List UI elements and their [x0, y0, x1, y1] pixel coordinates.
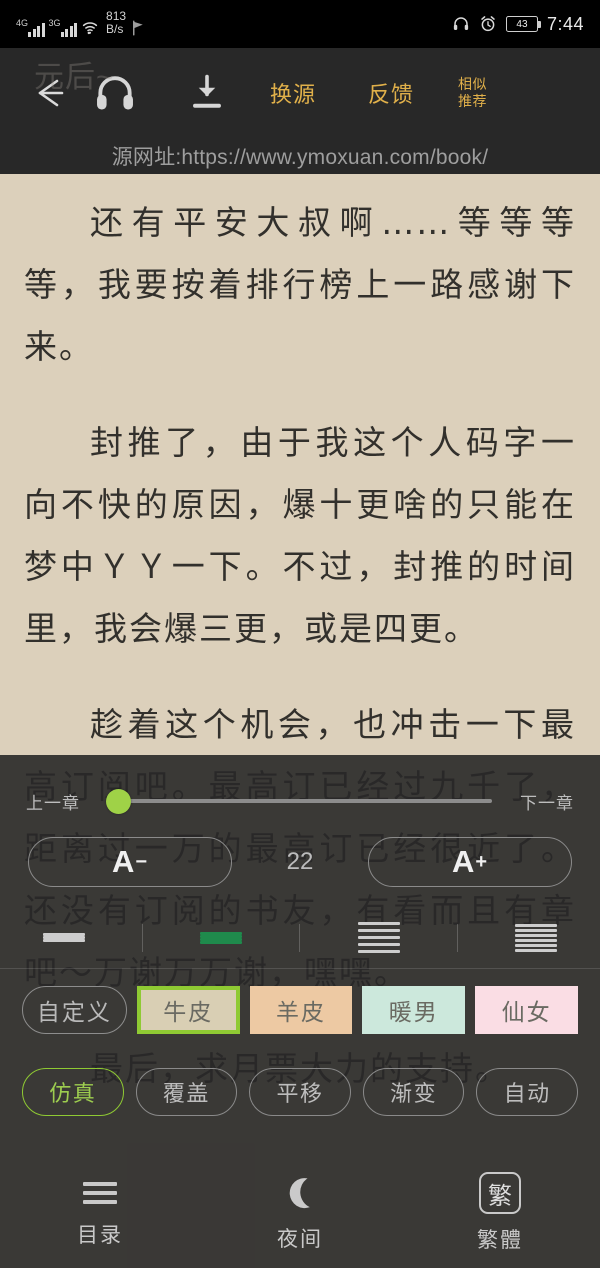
signal-4g: 4G	[16, 17, 45, 37]
plus-sign-icon: +	[475, 850, 489, 873]
theme-swatch-niupi[interactable]: 牛皮	[136, 986, 240, 1034]
line-spacing-option-compact[interactable]	[486, 912, 586, 964]
flag-check-icon	[133, 20, 143, 36]
signal-3g: 3G	[48, 17, 78, 37]
network-type-4g-label: 4G	[16, 17, 29, 28]
battery-level-label: 43	[516, 18, 528, 30]
reader-paragraph: 封推了，由于我这个人码字一向不快的原因，爆十更啥的只能在梦中ＹＹ一下。不过，封推…	[24, 423, 576, 649]
page-flip-auto[interactable]: 自动	[476, 1068, 578, 1116]
similar-recommend-line2: 推荐	[458, 93, 488, 109]
page-flip-simulation[interactable]: 仿真	[22, 1068, 124, 1116]
alarm-icon	[481, 16, 495, 32]
back-button[interactable]	[22, 76, 78, 110]
divider	[456, 923, 458, 952]
similar-recommend-line1: 相似	[458, 75, 488, 92]
reader-paragraph: 还有平安大叔啊……等等等等，我要按着排行榜上一路感谢下来。	[24, 203, 576, 367]
slider-thumb[interactable]	[106, 788, 131, 814]
similar-recommend-button[interactable]: 相似 推荐	[458, 76, 487, 111]
reader-top-toolbar: 换源 反馈 相似 推荐	[0, 48, 600, 138]
divider	[142, 923, 144, 952]
download-button[interactable]	[152, 73, 262, 113]
back-arrow-icon	[38, 79, 64, 107]
page-flip-cover[interactable]: 覆盖	[135, 1068, 238, 1116]
network-speed-value: 813	[106, 9, 127, 24]
page-flip-row: 仿真 覆盖 平移 渐变 自动	[0, 1061, 600, 1123]
signal-bars-icon-2	[60, 21, 78, 37]
toc-button[interactable]: 目录	[0, 1177, 200, 1249]
status-bar-left: 4G 3G 813 B/s	[16, 10, 148, 37]
moon-icon	[289, 1178, 310, 1209]
font-size-increase-label: A	[451, 844, 476, 879]
night-mode-button[interactable]: 夜间	[200, 1173, 400, 1253]
line-spacing-option-tight[interactable]	[329, 912, 429, 964]
signal-bars-icon	[28, 21, 45, 37]
line-spacing-option-loose[interactable]	[14, 912, 114, 964]
reader-screen: 4G 3G 813 B/s 43 7:44 换源 反馈 相似 推荐 元后~ 源网…	[0, 0, 600, 1268]
minus-sign-icon: −	[135, 850, 149, 873]
reader-settings-panel: 上一章 下一章 A − 22 A + 自定义 牛皮 羊皮 暖男 仙女 仿真 覆盖…	[0, 755, 600, 1268]
next-chapter-button[interactable]: 下一章	[520, 789, 574, 814]
settings-bottom-bar: 目录 夜间 繁 繁體	[0, 1158, 600, 1268]
headphone-icon	[97, 76, 133, 110]
source-url-label: 源网址:https://www.ymoxuan.com/book/	[0, 138, 600, 174]
toc-label: 目录	[77, 1224, 123, 1247]
font-size-decrease-button[interactable]: A −	[28, 837, 232, 887]
traditional-chinese-label: 繁體	[477, 1229, 523, 1252]
slider-track	[116, 799, 492, 803]
network-speed-unit: B/s	[106, 22, 124, 36]
headset-status-icon	[453, 17, 469, 30]
chapter-progress-row: 上一章 下一章	[0, 781, 600, 821]
theme-swatch-row: 自定义 牛皮 羊皮 暖男 仙女	[0, 977, 600, 1043]
theme-swatch-nuannan[interactable]: 暖男	[362, 986, 466, 1034]
traditional-chinese-button[interactable]: 繁 繁體	[400, 1172, 600, 1254]
font-size-decrease-label: A	[111, 844, 136, 879]
night-mode-label: 夜间	[277, 1228, 323, 1251]
prev-chapter-button[interactable]: 上一章	[26, 789, 80, 814]
download-icon	[193, 74, 221, 108]
font-size-increase-button[interactable]: A +	[368, 837, 572, 887]
font-size-row: A − 22 A +	[0, 831, 600, 893]
theme-swatch-yangpi[interactable]: 羊皮	[249, 986, 353, 1034]
feedback-button[interactable]: 反馈	[368, 77, 414, 109]
listen-button[interactable]	[78, 71, 152, 115]
page-flip-fade[interactable]: 渐变	[362, 1068, 465, 1116]
status-bar: 4G 3G 813 B/s 43 7:44	[0, 0, 600, 48]
page-flip-slide[interactable]: 平移	[249, 1068, 351, 1116]
wifi-icon	[82, 21, 98, 34]
network-speed: 813 B/s	[106, 10, 126, 35]
status-bar-right: 43 7:44	[452, 14, 584, 35]
status-clock: 7:44	[546, 13, 584, 34]
traditional-chinese-icon: 繁	[479, 1172, 521, 1214]
line-spacing-row	[0, 907, 600, 969]
change-source-button[interactable]: 换源	[270, 77, 316, 109]
battery-indicator: 43	[505, 16, 541, 32]
chapter-progress-slider[interactable]	[98, 784, 502, 818]
menu-icon	[83, 1177, 117, 1209]
network-type-3g-label: 3G	[48, 17, 61, 28]
divider	[299, 923, 301, 952]
theme-swatch-custom[interactable]: 自定义	[22, 986, 127, 1034]
theme-swatch-xiannv[interactable]: 仙女	[475, 986, 578, 1034]
font-size-value: 22	[286, 848, 314, 875]
line-spacing-option-normal[interactable]	[171, 912, 271, 964]
